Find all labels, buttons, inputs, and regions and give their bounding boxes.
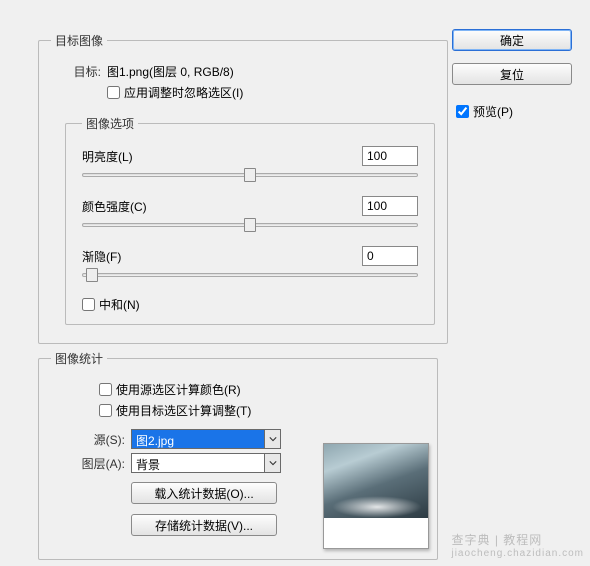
image-options-group: 图像选项 明亮度(L) 颜色强度(C) <box>65 115 435 325</box>
color-intensity-label: 颜色强度(C) <box>82 198 222 215</box>
options-legend: 图像选项 <box>82 115 138 132</box>
color-intensity-control: 颜色强度(C) <box>82 196 418 232</box>
layer-value: 背景 <box>132 454 264 472</box>
reset-button[interactable]: 复位 <box>452 63 572 85</box>
source-preview-thumbnail <box>323 443 429 549</box>
source-label: 源(S): <box>51 431 131 448</box>
luminance-label: 明亮度(L) <box>82 148 222 165</box>
chevron-down-icon[interactable] <box>264 430 280 448</box>
neutralize-input[interactable] <box>82 298 95 311</box>
preview-checkbox[interactable]: 预览(P) <box>452 102 582 121</box>
layer-label: 图层(A): <box>51 455 131 472</box>
luminance-slider[interactable] <box>82 168 418 182</box>
target-label: 目标: <box>67 63 107 80</box>
use-target-selection-checkbox[interactable]: 使用目标选区计算调整(T) <box>99 402 251 419</box>
layer-combo[interactable]: 背景 <box>131 453 281 473</box>
target-value: 图1.png(图层 0, RGB/8) <box>107 63 234 80</box>
source-combo[interactable]: 图2.jpg <box>131 429 281 449</box>
neutralize-checkbox[interactable]: 中和(N) <box>82 296 140 313</box>
color-intensity-thumb[interactable] <box>244 218 256 232</box>
target-legend: 目标图像 <box>51 32 107 49</box>
use-source-selection-checkbox[interactable]: 使用源选区计算颜色(R) <box>99 381 241 398</box>
stats-legend: 图像统计 <box>51 350 107 367</box>
ok-button[interactable]: 确定 <box>452 29 572 51</box>
fade-label: 渐隐(F) <box>82 248 222 265</box>
load-stats-button[interactable]: 载入统计数据(O)... <box>131 482 277 504</box>
chevron-down-icon[interactable] <box>264 454 280 472</box>
source-value: 图2.jpg <box>132 430 264 448</box>
color-intensity-input[interactable] <box>362 196 418 216</box>
dialog-side-buttons: 确定 复位 预览(P) <box>452 26 582 121</box>
preview-input[interactable] <box>456 105 469 118</box>
color-intensity-slider[interactable] <box>82 218 418 232</box>
ignore-selection-checkbox[interactable]: 应用调整时忽略选区(I) <box>107 84 243 101</box>
ignore-selection-input[interactable] <box>107 86 120 99</box>
luminance-control: 明亮度(L) <box>82 146 418 182</box>
fade-thumb[interactable] <box>86 268 98 282</box>
fade-control: 渐隐(F) <box>82 246 418 282</box>
target-image-group: 目标图像 目标: 图1.png(图层 0, RGB/8) 应用调整时忽略选区(I… <box>38 32 448 344</box>
fade-slider[interactable] <box>82 268 418 282</box>
image-statistics-group: 图像统计 使用源选区计算颜色(R) 使用目标选区计算调整(T) 源(S): 图2… <box>38 350 438 560</box>
fade-input[interactable] <box>362 246 418 266</box>
luminance-thumb[interactable] <box>244 168 256 182</box>
save-stats-button[interactable]: 存储统计数据(V)... <box>131 514 277 536</box>
luminance-input[interactable] <box>362 146 418 166</box>
